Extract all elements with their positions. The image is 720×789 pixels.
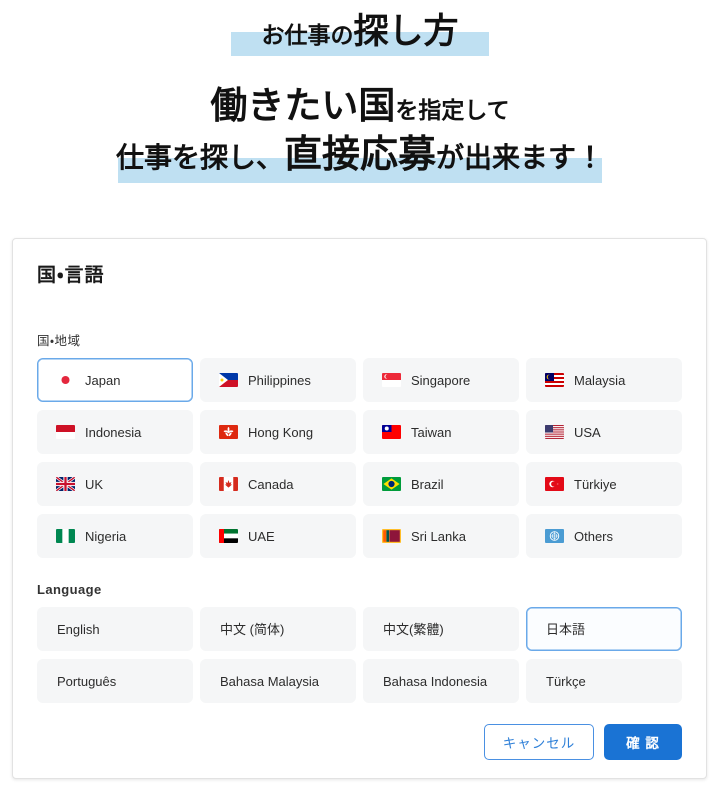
flag-uk-icon <box>56 477 75 491</box>
country-option-t-rkiye[interactable]: Türkiye <box>526 462 682 506</box>
flag-philippines-icon <box>219 373 238 387</box>
language-option-label: 中文(繁體) <box>383 621 444 637</box>
hero-line-3-big-text: 直接応募 <box>283 134 436 176</box>
hero-line-3-post-text: が出来ます！ <box>436 142 605 173</box>
language-option-label: Bahasa Malaysia <box>220 673 319 689</box>
country-option-label: USA <box>574 424 601 440</box>
country-option-label: Philippines <box>248 372 311 388</box>
country-option-sri-lanka[interactable]: Sri Lanka <box>363 514 519 558</box>
flag-malaysia-icon <box>545 373 564 387</box>
country-option-label: Canada <box>248 476 294 492</box>
flag-hong-kong-icon <box>219 425 238 439</box>
hero-line-3-pre-text: 仕事を探し、 <box>115 142 284 173</box>
flag-singapore-icon <box>382 373 401 387</box>
language-option-1[interactable]: 中文 (简体) <box>200 607 356 651</box>
hero-line-2-small-text: を指定して <box>395 97 510 123</box>
country-option-taiwan[interactable]: Taiwan <box>363 410 519 454</box>
country-option-malaysia[interactable]: Malaysia <box>526 358 682 402</box>
language-option-label: Türkçe <box>546 673 586 689</box>
country-language-dialog: 国・言語 国・地域 Japan Philippines Singapore Malay… <box>12 238 707 779</box>
dialog-title: 国・言語 <box>37 265 105 286</box>
country-option-label: Türkiye <box>574 476 617 492</box>
country-option-indonesia[interactable]: Indonesia <box>37 410 193 454</box>
language-option-2[interactable]: 中文(繁體) <box>363 607 519 651</box>
flag-uae-icon <box>219 529 238 543</box>
hero-line-2-big-text: 働きたい国 <box>210 85 396 126</box>
flag-nigeria-icon <box>56 529 75 543</box>
country-option-label: Hong Kong <box>248 424 314 440</box>
flag-canada-icon <box>219 477 238 491</box>
country-option-nigeria[interactable]: Nigeria <box>37 514 193 558</box>
hero-line-3-highlight: 仕事を探し、直接応募が出来ます！ <box>115 134 605 183</box>
flag-united-nations-icon <box>545 529 564 543</box>
country-option-label: Indonesia <box>85 424 142 440</box>
language-option-label: Bahasa Indonesia <box>383 673 488 689</box>
country-option-uae[interactable]: UAE <box>200 514 356 558</box>
country-option-uk[interactable]: UK <box>37 462 193 506</box>
language-option-6[interactable]: Bahasa Indonesia <box>363 659 519 703</box>
language-option-grid: English 中文 (简体) 中文(繁體) 日本語 Português Bahasa M… <box>37 607 682 703</box>
country-option-label: Brazil <box>411 476 444 492</box>
country-option-label: Nigeria <box>85 528 127 544</box>
country-option-label: Others <box>574 528 614 544</box>
country-option-hong-kong[interactable]: Hong Kong <box>200 410 356 454</box>
country-option-label: Japan <box>85 372 121 388</box>
language-option-5[interactable]: Bahasa Malaysia <box>200 659 356 703</box>
language-option-3[interactable]: 日本語 <box>526 607 682 651</box>
dialog-body: 国・地域 Japan Philippines Singapore Malaysia In… <box>13 330 706 703</box>
hero-line-1: お仕事の探し方 <box>0 12 720 56</box>
hero-line-1-big-text: 探し方 <box>353 12 459 51</box>
cancel-button[interactable]: キャンセル <box>484 724 594 760</box>
flag-brazil-icon <box>382 477 401 491</box>
dialog-footer: キャンセル 確 認 <box>484 724 682 760</box>
country-section-label: 国・地域 <box>37 334 81 348</box>
flag-taiwan-icon <box>382 425 401 439</box>
country-option-label: Malaysia <box>574 372 626 388</box>
country-option-label: Sri Lanka <box>411 528 466 544</box>
hero-line-2: 働きたい国を指定して <box>0 87 720 124</box>
country-option-grid: Japan Philippines Singapore Malaysia Indones… <box>37 358 682 558</box>
country-option-others[interactable]: Others <box>526 514 682 558</box>
language-option-label: 日本語 <box>546 621 586 637</box>
country-option-singapore[interactable]: Singapore <box>363 358 519 402</box>
country-option-label: Taiwan <box>411 424 452 440</box>
country-option-usa[interactable]: USA <box>526 410 682 454</box>
language-option-label: Português <box>57 673 117 689</box>
country-option-canada[interactable]: Canada <box>200 462 356 506</box>
language-option-label: 中文 (简体) <box>220 621 285 637</box>
confirm-button[interactable]: 確 認 <box>604 724 682 760</box>
hero-line-3: 仕事を探し、直接応募が出来ます！ <box>0 134 720 183</box>
language-option-label: English <box>57 621 100 637</box>
flag-sri-lanka-icon <box>382 529 401 543</box>
language-option-7[interactable]: Türkçe <box>526 659 682 703</box>
country-option-philippines[interactable]: Philippines <box>200 358 356 402</box>
flag-usa-icon <box>545 425 564 439</box>
country-option-brazil[interactable]: Brazil <box>363 462 519 506</box>
flag-indonesia-icon <box>56 425 75 439</box>
country-option-label: UAE <box>248 528 275 544</box>
country-option-japan[interactable]: Japan <box>37 358 193 402</box>
hero-line-1-highlight: お仕事の探し方 <box>231 12 489 56</box>
hero-heading-block: お仕事の探し方 働きたい国を指定して 仕事を探し、直接応募が出来ます！ <box>0 0 720 183</box>
hero-line-1-small-text: お仕事の <box>261 22 354 48</box>
language-option-4[interactable]: Português <box>37 659 193 703</box>
country-option-label: UK <box>85 476 104 492</box>
flag-turkiye-icon <box>545 477 564 491</box>
language-section-label: Language <box>37 582 102 597</box>
language-option-0[interactable]: English <box>37 607 193 651</box>
flag-japan-icon <box>56 373 75 387</box>
country-option-label: Singapore <box>411 372 471 388</box>
